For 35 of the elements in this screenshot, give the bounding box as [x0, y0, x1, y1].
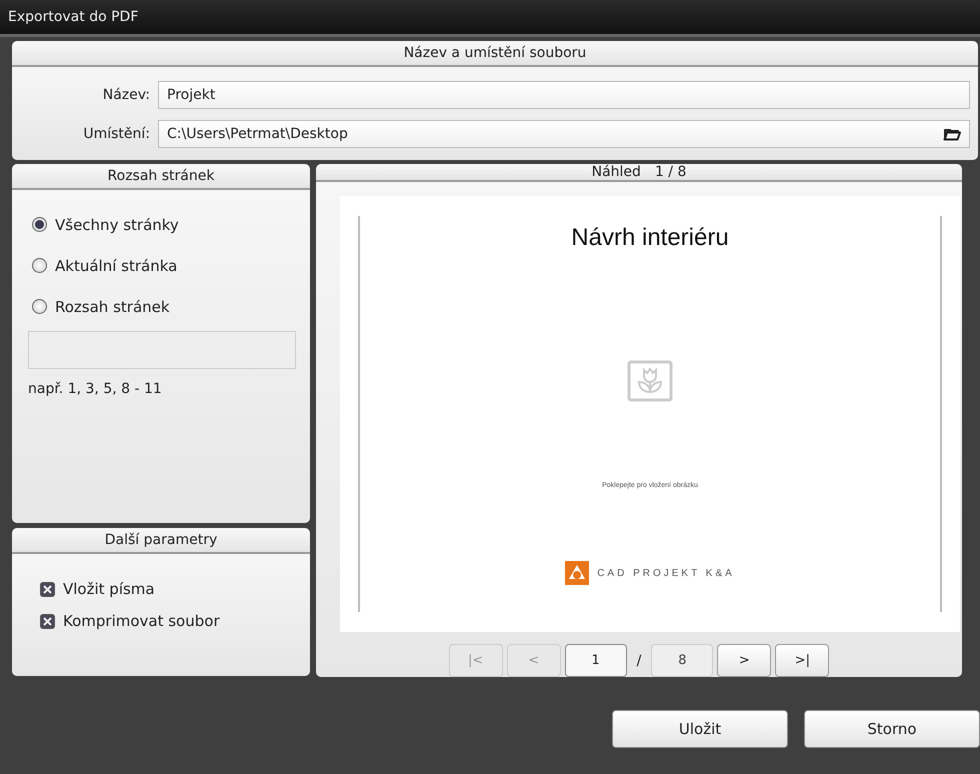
range-hint: např. 1, 3, 5, 8 - 11 [28, 381, 163, 397]
radio-label[interactable]: Aktuální stránka [55, 256, 178, 274]
dialog-button[interactable]: Storno [804, 710, 980, 748]
page-heading: Návrh interiéru [571, 224, 729, 252]
page-number-field[interactable]: 1 [564, 644, 627, 677]
page-separator: / [636, 652, 642, 668]
window-title: Exportovat do PDF [8, 9, 138, 25]
dialog-button[interactable]: Uložit [612, 710, 788, 748]
checkbox[interactable] [40, 614, 55, 628]
logo-icon [565, 561, 590, 585]
location-field[interactable]: C:\Users\Petrmat\Desktop [158, 120, 970, 148]
range-input-field[interactable] [28, 331, 296, 369]
logo-text: CAD PROJEKT K&A [597, 568, 735, 578]
section-title: Rozsah stránek [108, 168, 214, 184]
location-value: C:\Users\Petrmat\Desktop [167, 126, 348, 142]
radio-label[interactable]: Rozsah stránek [55, 298, 170, 316]
radio-button[interactable] [32, 217, 47, 232]
section-title: Náhled [592, 164, 641, 180]
checkbox-label[interactable]: Komprimovat soubor [63, 612, 220, 630]
section-title: Další parametry [104, 532, 218, 548]
field-label: Název: [102, 87, 151, 103]
radio-button[interactable] [32, 299, 47, 314]
page-counter: 1 / 8 [654, 164, 686, 180]
radio-button[interactable] [32, 258, 47, 273]
name-field[interactable]: Projekt [158, 81, 970, 109]
page-nav-button[interactable]: > [717, 644, 772, 677]
flower-image-icon [627, 360, 673, 402]
checkbox-label[interactable]: Vložit písma [63, 580, 155, 598]
radio-label[interactable]: Všechny stránky [55, 216, 179, 234]
checkbox[interactable] [40, 582, 55, 596]
folder-icon[interactable] [943, 128, 961, 140]
field-label: Umístění: [82, 126, 151, 142]
page-nav-button[interactable]: >| [775, 644, 830, 677]
page-total: 8 [651, 644, 714, 677]
section-title: Název a umístění souboru [404, 45, 586, 61]
